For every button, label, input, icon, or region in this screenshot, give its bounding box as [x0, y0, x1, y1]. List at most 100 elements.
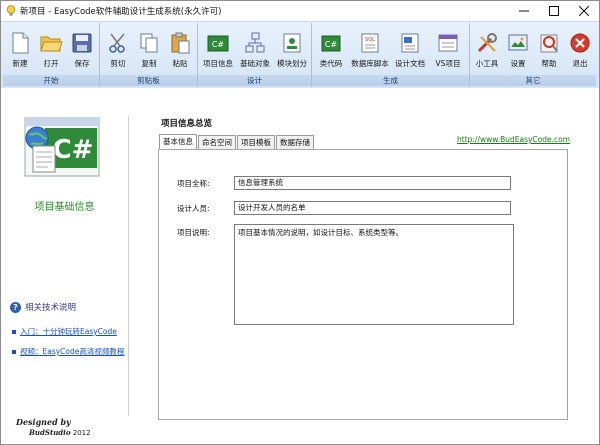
ribbon-toolbar: 新建 打开 保存 开始 剪切 复制 粘贴 剪贴板 C# 项目信息 基础对象 模块…	[1, 21, 599, 89]
project-name-input[interactable]: 信息管理系统	[234, 176, 511, 190]
section-title: 项目信息总览	[161, 119, 213, 129]
base-object-button[interactable]: 基础对象	[237, 25, 273, 73]
close-button[interactable]	[569, 1, 599, 21]
tools-button[interactable]: 小工具	[472, 25, 502, 73]
tab-data-storage[interactable]: 数据存储	[276, 135, 314, 149]
new-button-label: 新建	[12, 59, 28, 68]
svg-text:C#: C#	[212, 40, 225, 49]
group-other-title: 其它	[470, 75, 596, 86]
group-start: 新建 打开 保存 开始	[3, 23, 100, 87]
group-clipboard: 剪切 复制 粘贴 剪贴板	[100, 23, 198, 87]
question-icon: ?	[10, 301, 21, 313]
copy-icon	[140, 33, 158, 53]
help-icon	[540, 34, 558, 53]
class-code-button[interactable]: C# 类代码	[314, 25, 348, 73]
studio-credit: BudStudio 2012	[29, 428, 91, 437]
sql-script-button[interactable]: SQL 数据库脚本	[349, 25, 391, 73]
studio-name: BudStudio	[29, 428, 71, 437]
video-tutorial-link-label: 视频：EasyCode高清视频教程	[20, 347, 125, 356]
video-tutorial-link[interactable]: 视频：EasyCode高清视频教程	[12, 346, 124, 357]
open-button-label: 打开	[43, 59, 59, 68]
new-button[interactable]: 新建	[5, 25, 35, 73]
getting-started-link-label: 入门：十分钟玩转EasyCode	[20, 327, 117, 336]
csharp-project-icon: C#	[24, 117, 100, 177]
bullet-icon	[12, 349, 16, 354]
design-doc-icon	[401, 33, 419, 53]
app-icon	[6, 5, 16, 16]
class-code-icon: C#	[321, 35, 341, 52]
sql-script-button-label: 数据库脚本	[351, 59, 389, 68]
tab-namespace[interactable]: 命名空间	[198, 135, 236, 149]
open-button[interactable]: 打开	[36, 25, 66, 73]
design-doc-button-label: 设计文档	[395, 59, 425, 68]
tab-project-template[interactable]: 项目模板	[237, 135, 275, 149]
class-code-button-label: 类代码	[319, 59, 343, 68]
save-button[interactable]: 保存	[67, 25, 97, 73]
maximize-button[interactable]	[539, 1, 569, 21]
project-info-button-label: 项目信息	[203, 59, 233, 68]
studio-year: 2012	[72, 429, 91, 437]
left-panel: C# 项目基础信息 ? 相关技术说明 入门：十分钟玩转EasyCode 视频：E…	[1, 88, 128, 444]
designer-input[interactable]: 设计开发人员的名单	[234, 201, 511, 215]
tab-basic-info[interactable]: 基本信息	[159, 134, 197, 149]
base-object-button-label: 基础对象	[240, 59, 270, 68]
group-other: 小工具 设置 帮助 退出 其它	[470, 23, 596, 87]
scissors-icon	[109, 33, 125, 53]
designer-label: 设计人员:	[177, 204, 210, 213]
module-icon	[283, 33, 301, 53]
help-button[interactable]: 帮助	[534, 25, 564, 73]
group-start-title: 开始	[3, 75, 99, 86]
group-clipboard-title: 剪贴板	[100, 75, 197, 86]
maximize-icon	[549, 6, 559, 16]
basic-info-panel: 项目全称: 信息管理系统 设计人员: 设计开发人员的名单 项目说明: 项目基本情…	[158, 149, 568, 420]
tab-strip: 基本信息 命名空间 项目模板 数据存储	[159, 134, 315, 149]
cut-button[interactable]: 剪切	[103, 25, 133, 73]
group-generate: C# 类代码 SQL 数据库脚本 设计文档 VS项目 生成	[312, 23, 470, 87]
exit-button-label: 退出	[572, 59, 588, 68]
svg-text:C#: C#	[325, 40, 338, 49]
svg-text:C#: C#	[53, 135, 94, 165]
save-icon	[72, 33, 92, 53]
copy-button[interactable]: 复制	[134, 25, 164, 73]
settings-button[interactable]: 设置	[503, 25, 533, 73]
getting-started-link[interactable]: 入门：十分钟玩转EasyCode	[12, 326, 117, 337]
new-file-icon	[12, 32, 29, 54]
group-generate-title: 生成	[312, 75, 469, 86]
description-textarea[interactable]: 项目基本情况的说明，如设计目标、系统类型等。	[234, 224, 514, 325]
module-title: 项目基础信息	[34, 202, 95, 213]
panel-divider	[128, 116, 129, 416]
project-info-icon: C#	[207, 35, 229, 52]
bullet-icon	[12, 329, 16, 334]
cut-button-label: 剪切	[110, 59, 126, 68]
title-bar: 新项目 - EasyCode软件辅助设计生成系统(永久许可)	[1, 1, 599, 21]
exit-icon	[570, 33, 590, 53]
module-button[interactable]: 模块划分	[274, 25, 310, 73]
website-link[interactable]: http://www.BudEasyCode.com	[457, 135, 570, 144]
paste-button[interactable]: 粘贴	[165, 25, 195, 73]
tools-icon	[477, 33, 497, 53]
vs-project-button[interactable]: VS项目	[429, 25, 467, 73]
module-button-label: 模块划分	[277, 59, 307, 68]
help-button-label: 帮助	[541, 59, 557, 68]
vs-project-icon	[438, 34, 458, 52]
copy-button-label: 复制	[141, 59, 157, 68]
main-content: C# 项目基础信息 ? 相关技术说明 入门：十分钟玩转EasyCode 视频：E…	[1, 88, 599, 444]
svg-text:SQL: SQL	[365, 37, 375, 43]
tools-button-label: 小工具	[475, 59, 499, 68]
base-object-icon	[245, 32, 265, 53]
minimize-button[interactable]	[509, 1, 539, 21]
open-folder-icon	[40, 36, 63, 52]
settings-button-label: 设置	[510, 59, 526, 68]
settings-icon	[508, 34, 528, 51]
group-design: C# 项目信息 基础对象 模块划分 设计	[198, 23, 312, 87]
designed-by-text: Designed by	[16, 417, 71, 427]
help-heading-label: 相关技术说明	[25, 303, 77, 313]
group-design-title: 设计	[198, 75, 311, 86]
design-doc-button[interactable]: 设计文档	[392, 25, 428, 73]
app-window: 新项目 - EasyCode软件辅助设计生成系统(永久许可) 新建 打开 保存	[0, 0, 600, 445]
exit-button[interactable]: 退出	[565, 25, 595, 73]
close-icon	[579, 6, 589, 16]
save-button-label: 保存	[74, 59, 90, 68]
project-info-button[interactable]: C# 项目信息	[200, 25, 236, 73]
paste-icon	[171, 32, 190, 54]
